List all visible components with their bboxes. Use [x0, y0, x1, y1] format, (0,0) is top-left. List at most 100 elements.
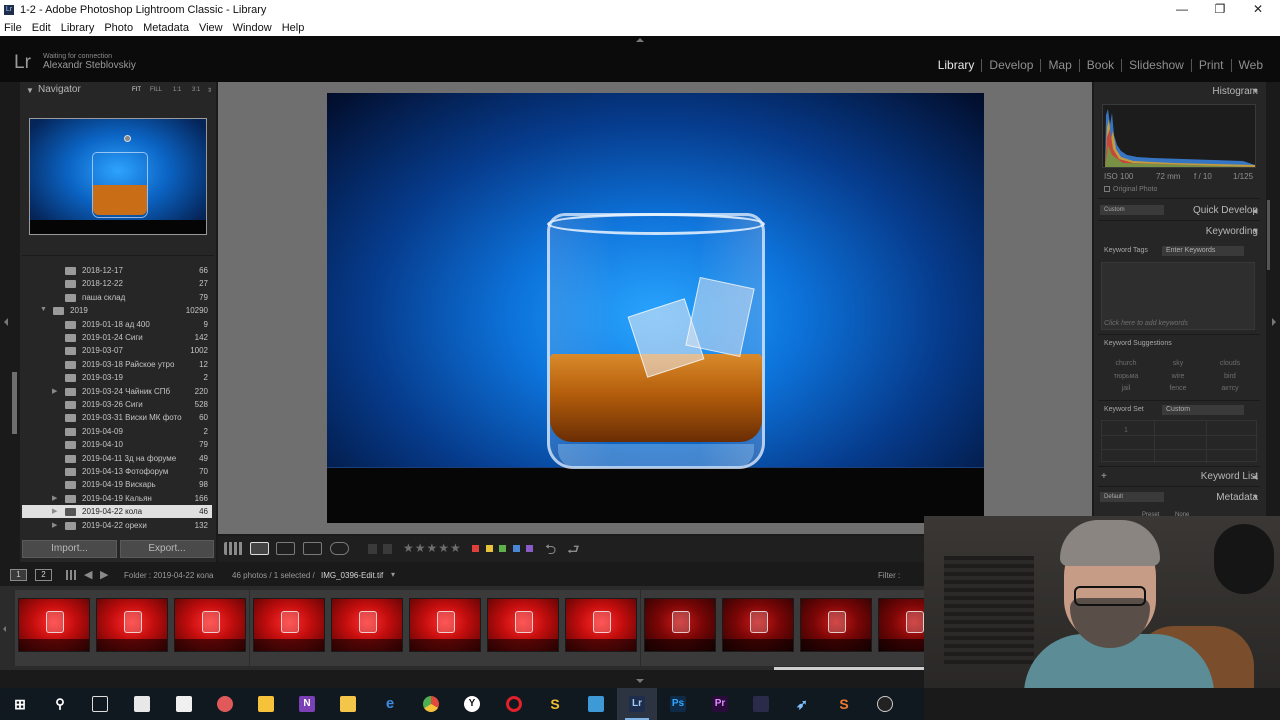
menu-view[interactable]: View: [199, 22, 223, 34]
loupe-view-icon[interactable]: [250, 542, 269, 555]
folder-row[interactable]: ▶ 2019-03-24 Чайник СПб 220: [22, 385, 212, 398]
keyword-tags-dropdown[interactable]: Enter Keywords: [1162, 246, 1244, 256]
close-button[interactable]: ✕: [1238, 0, 1278, 19]
color-label-swatch[interactable]: [526, 545, 533, 552]
module-map[interactable]: Map: [1041, 58, 1078, 72]
module-develop[interactable]: Develop: [982, 58, 1040, 72]
keyword-suggestion[interactable]: актсу: [1206, 385, 1254, 392]
module-slideshow[interactable]: Slideshow: [1122, 58, 1191, 72]
zoom-1-1[interactable]: 1:1: [173, 87, 181, 93]
menu-file[interactable]: File: [4, 22, 22, 34]
original-photo-toggle[interactable]: Original Photo: [1104, 186, 1157, 193]
taskbar-app[interactable]: [205, 688, 245, 720]
import-button[interactable]: Import...: [22, 540, 117, 558]
color-label-swatch[interactable]: [499, 545, 506, 552]
filmstrip-thumbnail[interactable]: [174, 598, 247, 652]
collapse-triangle-icon[interactable]: ▶: [52, 521, 57, 529]
filmstrip-scrollbar[interactable]: [774, 667, 924, 670]
filmstrip-thumbnail[interactable]: [565, 598, 638, 652]
taskbar-charts-app[interactable]: [576, 688, 616, 720]
quick-develop-preset[interactable]: Custom: [1100, 205, 1164, 215]
module-web[interactable]: Web: [1232, 58, 1270, 72]
folder-row[interactable]: 2019-01-18 ад 400 9: [22, 318, 212, 331]
taskbar-app-s2[interactable]: S: [824, 688, 864, 720]
zoom-fill[interactable]: FILL: [150, 87, 162, 93]
zoom-fit[interactable]: FIT: [132, 87, 141, 93]
start-button[interactable]: ⊞: [0, 688, 40, 720]
keyword-suggestion[interactable]: sky: [1154, 360, 1202, 367]
grid-view-icon[interactable]: [224, 542, 243, 555]
collapse-right-panel-icon[interactable]: [1272, 318, 1276, 326]
secondary-display-button[interactable]: 2: [35, 569, 52, 581]
zoom-menu-icon[interactable]: ⇕: [207, 87, 212, 94]
folder-row[interactable]: паша склад 79: [22, 291, 212, 304]
taskbar-app-s[interactable]: S: [535, 688, 575, 720]
folder-source[interactable]: Folder : 2019-04-22 кола: [124, 571, 213, 580]
menu-metadata[interactable]: Metadata: [143, 22, 189, 34]
folder-row[interactable]: 2019-01-24 Сиги 142: [22, 331, 212, 344]
keyword-set-cell[interactable]: 1: [1124, 427, 1128, 434]
collapse-triangle-icon[interactable]: ▶: [52, 507, 57, 515]
navigator-header[interactable]: ▼ Navigator FIT FILL 1:1 3:1 ⇕: [22, 84, 214, 98]
export-button[interactable]: Export...: [120, 540, 214, 558]
zoom-3-1[interactable]: 3:1: [192, 87, 200, 93]
keyword-set-dropdown[interactable]: Custom: [1162, 405, 1244, 415]
module-book[interactable]: Book: [1080, 58, 1121, 72]
folder-row[interactable]: 2019-04-13 Фотофорум 70: [22, 465, 212, 478]
metadata-preset-dropdown[interactable]: Default: [1100, 492, 1164, 502]
metadata-collapse-icon[interactable]: ▼: [1252, 494, 1259, 501]
taskbar-explorer[interactable]: [328, 688, 368, 720]
quick-develop-expand-icon[interactable]: ◀: [1252, 207, 1257, 215]
folder-row[interactable]: 2019-03-26 Сиги 528: [22, 398, 212, 411]
keyword-list-header[interactable]: Keyword List: [1201, 471, 1258, 482]
keywording-header[interactable]: Keywording: [1206, 226, 1258, 237]
keyword-suggestion[interactable]: тюрьма: [1102, 373, 1150, 380]
compare-view-icon[interactable]: [276, 542, 295, 555]
collapse-triangle-icon[interactable]: ▶: [52, 387, 57, 395]
primary-display-button[interactable]: 1: [10, 569, 27, 581]
filename-dropdown-icon[interactable]: ▾: [391, 570, 395, 579]
filmstrip-thumbnail[interactable]: [800, 598, 872, 652]
keyword-suggestion[interactable]: church: [1102, 360, 1150, 367]
filmstrip-thumbnail[interactable]: [330, 598, 403, 652]
filmstrip-thumbnail[interactable]: [96, 598, 169, 652]
expand-triangle-icon[interactable]: ▼: [40, 306, 47, 313]
task-view-button[interactable]: [80, 688, 120, 720]
add-keywords-hint[interactable]: Click here to add keywords: [1104, 320, 1188, 327]
color-label-swatch[interactable]: [485, 545, 493, 552]
taskbar-calendar[interactable]: [122, 688, 162, 720]
taskbar-app-bird[interactable]: ➶: [782, 688, 822, 720]
main-photo[interactable]: [327, 93, 984, 523]
menu-window[interactable]: Window: [233, 22, 272, 34]
folder-row[interactable]: 2019-04-19 Вискарь 98: [22, 478, 212, 491]
taskbar-onenote[interactable]: N: [287, 688, 327, 720]
collapse-top-panel-icon[interactable]: [636, 38, 644, 42]
folder-row[interactable]: 2019-04-10 79: [22, 438, 212, 451]
keyword-suggestion[interactable]: bird: [1206, 373, 1254, 380]
navigator-preview[interactable]: [29, 118, 207, 235]
keyword-suggestion[interactable]: clouds: [1206, 360, 1254, 367]
taskbar-lightroom[interactable]: Lr: [617, 688, 657, 720]
taskbar-obs[interactable]: [865, 688, 905, 720]
folder-row[interactable]: 2018-12-17 66: [22, 264, 212, 277]
forward-arrow-icon[interactable]: ▶: [100, 568, 108, 581]
sync-status[interactable]: Waiting for connection: [43, 53, 112, 60]
folder-row[interactable]: 2019-04-11 3д на форуме 49: [22, 452, 212, 465]
module-library[interactable]: Library: [931, 58, 982, 72]
filmstrip-thumbnail[interactable]: [409, 598, 481, 652]
maximize-button[interactable]: ❐: [1200, 0, 1240, 19]
taskbar-premiere[interactable]: Pr: [700, 688, 740, 720]
add-keyword-icon[interactable]: +: [1101, 471, 1107, 482]
selected-filename[interactable]: IMG_0396-Edit.tif: [321, 571, 383, 580]
filmstrip-thumbnail[interactable]: [721, 598, 794, 652]
collapse-left-panel-icon[interactable]: [4, 318, 8, 326]
folder-row[interactable]: ▼ 2019 10290: [22, 304, 212, 317]
taskbar-sticky-notes[interactable]: [246, 688, 286, 720]
folder-row[interactable]: 2019-03-07 1002: [22, 344, 212, 357]
filmstrip-thumbnail[interactable]: [252, 598, 325, 652]
flag-reject-icon[interactable]: [383, 544, 392, 554]
folder-row[interactable]: ▶ 2019-04-22 кола 46: [22, 505, 212, 519]
keyword-list-expand-icon[interactable]: ◀: [1252, 473, 1257, 481]
folder-row[interactable]: 2019-03-18 Райское утро 12: [22, 358, 212, 371]
rotate-right-icon[interactable]: ⮐: [567, 539, 580, 563]
